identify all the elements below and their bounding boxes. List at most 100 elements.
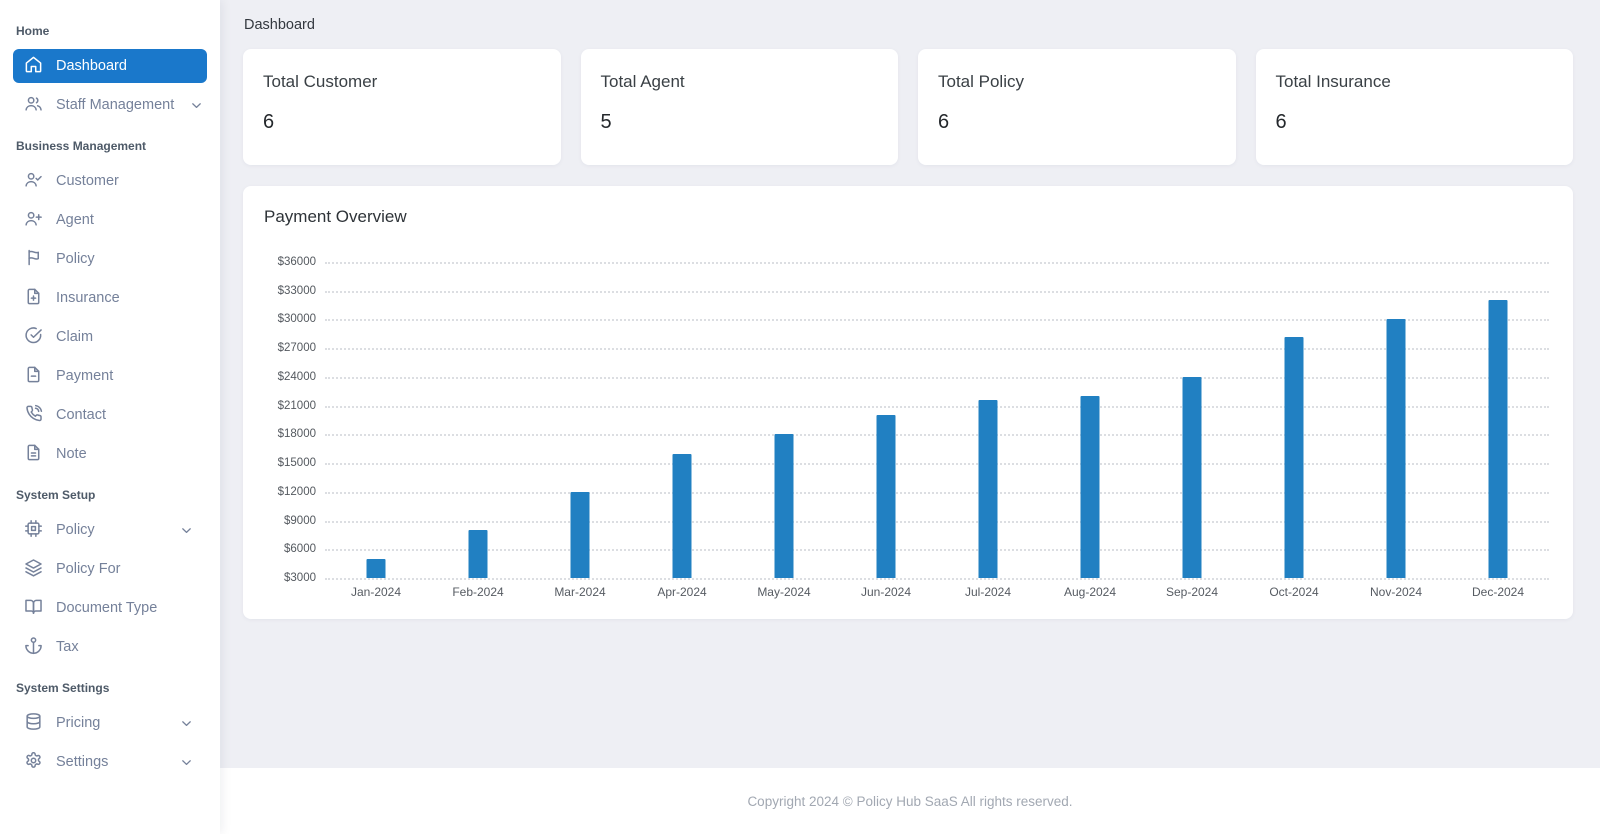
x-tick-label: Apr-2024 <box>631 585 733 599</box>
gridline <box>325 578 1549 580</box>
x-tick-label: Mar-2024 <box>529 585 631 599</box>
gear-icon <box>24 751 43 774</box>
section-header-home: Home <box>13 12 207 47</box>
sidebar-item-label: Agent <box>56 212 94 228</box>
cpu-icon <box>24 519 43 542</box>
x-tick-label: Aug-2024 <box>1039 585 1141 599</box>
breadcrumb: Dashboard <box>243 17 1573 33</box>
bar-feb-2024 <box>469 530 488 578</box>
user-plus-icon <box>24 209 43 232</box>
file-plus-icon <box>24 287 43 310</box>
stat-card-total-customer: Total Customer6 <box>243 49 561 165</box>
sidebar-item-dashboard[interactable]: Dashboard <box>13 49 207 83</box>
chart-x-axis: Jan-2024Feb-2024Mar-2024Apr-2024May-2024… <box>325 585 1549 599</box>
y-tick-label: $3000 <box>284 572 316 584</box>
sidebar-item-pricing[interactable]: Pricing <box>13 706 207 740</box>
bar-slot-nov-2024 <box>1345 262 1447 578</box>
bar-nov-2024 <box>1387 319 1406 578</box>
bar-sep-2024 <box>1183 377 1202 578</box>
sidebar-item-payment[interactable]: Payment <box>13 359 207 393</box>
chevron-down-icon[interactable] <box>187 98 206 113</box>
sidebar-item-policy[interactable]: Policy <box>13 513 207 547</box>
sidebar-item-settings[interactable]: Settings <box>13 745 207 779</box>
sidebar-item-label: Staff Management <box>56 97 174 113</box>
bar-slot-may-2024 <box>733 262 835 578</box>
sidebar-item-insurance[interactable]: Insurance <box>13 281 207 315</box>
y-tick-label: $33000 <box>278 285 316 297</box>
sidebar-item-label: Pricing <box>56 715 100 731</box>
sidebar-item-label: Tax <box>56 639 79 655</box>
chevron-down-icon[interactable] <box>177 755 196 770</box>
sidebar-item-label: Policy <box>56 251 95 267</box>
bar-slot-feb-2024 <box>427 262 529 578</box>
database-icon <box>24 712 43 735</box>
y-tick-label: $24000 <box>278 371 316 383</box>
chart-y-axis: $36000$33000$30000$27000$24000$21000$180… <box>263 262 325 578</box>
policy-flag-icon <box>24 248 43 271</box>
stat-value: 5 <box>601 111 879 134</box>
file-minus-icon <box>24 365 43 388</box>
chevron-down-icon[interactable] <box>177 523 196 538</box>
x-tick-label: Dec-2024 <box>1447 585 1549 599</box>
sidebar-item-label: Dashboard <box>56 58 127 74</box>
section-header-system-settings: System Settings <box>13 669 207 704</box>
x-tick-label: Feb-2024 <box>427 585 529 599</box>
sidebar-item-note[interactable]: Note <box>13 437 207 471</box>
stat-card-total-agent: Total Agent5 <box>581 49 899 165</box>
sidebar-item-contact[interactable]: Contact <box>13 398 207 432</box>
user-check-icon <box>24 170 43 193</box>
x-tick-label: Jul-2024 <box>937 585 1039 599</box>
bar-apr-2024 <box>673 454 692 578</box>
bar-oct-2024 <box>1285 337 1304 578</box>
chevron-down-icon[interactable] <box>177 716 196 731</box>
layers-icon <box>24 558 43 581</box>
copyright-text: Copyright 2024 © Policy Hub SaaS All rig… <box>747 794 1072 809</box>
sidebar-item-staff-management[interactable]: Staff Management <box>13 88 207 122</box>
sidebar-item-claim[interactable]: Claim <box>13 320 207 354</box>
bar-slot-sep-2024 <box>1141 262 1243 578</box>
stat-label: Total Insurance <box>1276 72 1554 92</box>
stat-value: 6 <box>1276 111 1554 134</box>
y-tick-label: $36000 <box>278 256 316 268</box>
stat-label: Total Policy <box>938 72 1216 92</box>
y-tick-label: $21000 <box>278 400 316 412</box>
bar-slot-dec-2024 <box>1447 262 1549 578</box>
footer: Copyright 2024 © Policy Hub SaaS All rig… <box>220 768 1600 834</box>
book-open-icon <box>24 597 43 620</box>
bar-jun-2024 <box>877 415 896 578</box>
y-tick-label: $6000 <box>284 543 316 555</box>
sidebar-item-label: Insurance <box>56 290 120 306</box>
sidebar-item-customer[interactable]: Customer <box>13 164 207 198</box>
x-tick-label: Jan-2024 <box>325 585 427 599</box>
stat-value: 6 <box>938 111 1216 134</box>
sidebar-item-tax[interactable]: Tax <box>13 630 207 664</box>
chart-title: Payment Overview <box>263 207 1553 227</box>
section-header-business-management: Business Management <box>13 127 207 162</box>
bar-slot-oct-2024 <box>1243 262 1345 578</box>
sidebar-item-label: Settings <box>56 754 108 770</box>
bar-jul-2024 <box>979 400 998 578</box>
bar-mar-2024 <box>571 492 590 578</box>
sidebar-item-label: Policy <box>56 522 95 538</box>
sidebar-item-document-type[interactable]: Document Type <box>13 591 207 625</box>
bar-jan-2024 <box>367 559 386 578</box>
sidebar-item-label: Note <box>56 446 87 462</box>
sidebar-item-policy-for[interactable]: Policy For <box>13 552 207 586</box>
y-tick-label: $27000 <box>278 342 316 354</box>
payment-overview-card: Payment Overview $36000 $33000 $30000 $2700… <box>243 186 1573 619</box>
bar-slot-apr-2024 <box>631 262 733 578</box>
stat-card-total-insurance: Total Insurance 6 <box>1256 49 1574 165</box>
x-tick-label: May-2024 <box>733 585 835 599</box>
check-circle-icon <box>24 326 43 349</box>
y-tick-label: $30000 <box>278 313 316 325</box>
users-icon <box>24 94 43 117</box>
payment-chart: $36000$33000$30000$27000$24000$21000$180… <box>263 262 1553 578</box>
phone-call-icon <box>24 404 43 427</box>
home-icon <box>24 55 43 78</box>
stat-label: Total Customer <box>263 72 541 92</box>
sidebar-item-policy[interactable]: Policy <box>13 242 207 276</box>
section-header-system-setup: System Setup <box>13 476 207 511</box>
sidebar-item-agent[interactable]: Agent <box>13 203 207 237</box>
sidebar-item-label: Payment <box>56 368 113 384</box>
anchor-icon <box>24 636 43 659</box>
